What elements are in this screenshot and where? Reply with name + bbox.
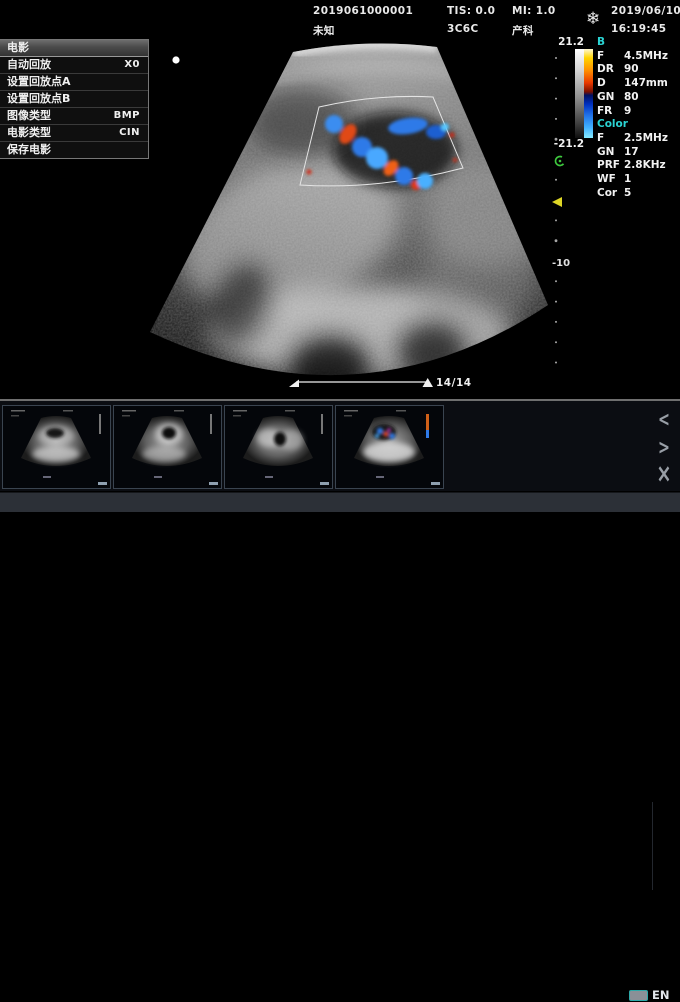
thumbnail-close-button[interactable]: ×	[651, 459, 678, 489]
cine-menu: 电影 自动回放 X0 设置回放点A 设置回放点B 图像类型 BMP 电影类型 C…	[0, 39, 149, 159]
orientation-curl-icon	[555, 157, 563, 166]
menu-item-cine-type[interactable]: 电影类型 CIN	[0, 125, 148, 142]
b-mode-header: B	[597, 36, 668, 50]
menu-item-save-cine[interactable]: 保存电影	[0, 142, 148, 158]
menu-item-cine[interactable]: 电影	[0, 40, 148, 57]
thumbnail-1[interactable]	[2, 405, 111, 489]
color-mode-header: Color	[597, 118, 668, 132]
param-row: F2.5MHz	[597, 132, 668, 146]
param-row: FR9	[597, 105, 668, 119]
depth-ruler: -10	[552, 57, 570, 364]
thumbnail-nav-divider	[652, 802, 653, 890]
parameter-panel: B F4.5MHz DR90 D147mm GN80 FR9 Color F2.…	[597, 36, 668, 200]
status-bar: EN	[0, 492, 680, 512]
cine-start-marker[interactable]	[289, 380, 299, 388]
frame-counter: 14/14	[436, 377, 472, 389]
param-row: GN80	[597, 91, 668, 105]
doppler-color-map	[584, 49, 593, 138]
thumbnail-strip: < > ×	[0, 399, 680, 491]
cine-progress-bar[interactable]: 14/14	[289, 377, 472, 389]
param-row: D147mm	[597, 77, 668, 91]
param-row: GN17	[597, 146, 668, 160]
keyboard-icon[interactable]	[629, 990, 648, 1001]
menu-item-set-replay-point-b[interactable]: 设置回放点B	[0, 91, 148, 108]
velocity-scale-max: 21.2	[550, 36, 584, 48]
thumbnail-4[interactable]	[335, 405, 444, 489]
menu-item-image-type[interactable]: 图像类型 BMP	[0, 108, 148, 125]
depth-label: -10	[552, 258, 570, 269]
b-mode-fan-image	[140, 30, 561, 400]
thumbnail-prev-button[interactable]: <	[651, 407, 678, 431]
param-row: Cor5	[597, 187, 668, 201]
param-row: WF1	[597, 173, 668, 187]
menu-item-set-replay-point-a[interactable]: 设置回放点A	[0, 74, 148, 91]
gray-color-map-bar	[575, 49, 593, 138]
thumbnail-next-button[interactable]: >	[651, 435, 678, 459]
param-row: DR90	[597, 63, 668, 77]
orientation-dot-marker	[172, 56, 179, 63]
thumbnail-2[interactable]	[113, 405, 222, 489]
param-row: PRF2.8KHz	[597, 159, 668, 173]
focus-marker-icon[interactable]	[552, 197, 562, 207]
param-row: F4.5MHz	[597, 50, 668, 64]
velocity-scale-min: -21.2	[541, 138, 584, 150]
menu-item-auto-replay[interactable]: 自动回放 X0	[0, 57, 148, 74]
thumbnail-3[interactable]	[224, 405, 333, 489]
language-indicator[interactable]: EN	[652, 988, 669, 1002]
grayscale-map	[575, 49, 584, 138]
